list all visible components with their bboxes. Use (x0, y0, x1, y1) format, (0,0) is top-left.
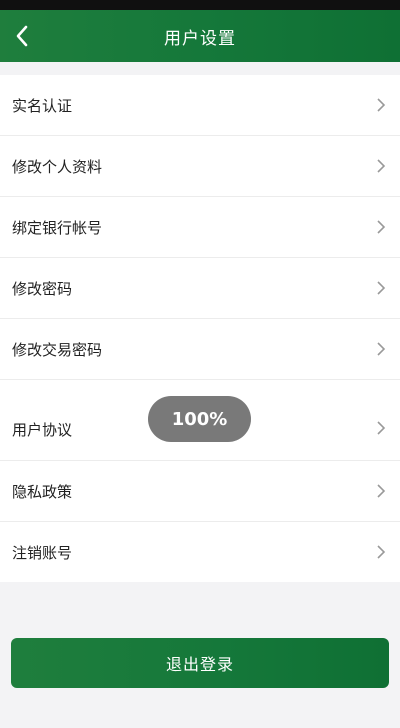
progress-toast: 100% (148, 396, 251, 442)
menu-item-label: 隐私政策 (12, 482, 73, 501)
menu-item-real-name-verification[interactable]: 实名认证 (0, 75, 400, 136)
chevron-right-icon (376, 420, 386, 436)
menu-item-label: 修改个人资料 (12, 157, 103, 176)
page-title: 用户设置 (164, 28, 236, 49)
menu-item-label: 注销账号 (12, 543, 73, 562)
chevron-right-icon (376, 341, 386, 357)
chevron-right-icon (376, 280, 386, 296)
menu-item-delete-account[interactable]: 注销账号 (0, 522, 400, 582)
menu-item-label: 绑定银行帐号 (12, 218, 103, 237)
menu-item-bind-bank-account[interactable]: 绑定银行帐号 (0, 197, 400, 258)
menu-item-label: 实名认证 (12, 96, 73, 115)
chevron-left-icon (16, 25, 28, 47)
chevron-right-icon (376, 483, 386, 499)
header-bar: 用户设置 (0, 10, 400, 62)
menu-item-edit-profile[interactable]: 修改个人资料 (0, 136, 400, 197)
menu-item-privacy-policy[interactable]: 隐私政策 (0, 461, 400, 522)
settings-menu: 实名认证 修改个人资料 绑定银行帐号 修改密码 修改交易密码 用户协议 隐私政策… (0, 75, 400, 582)
menu-item-label: 用户协议 (12, 420, 73, 439)
menu-item-change-trade-password[interactable]: 修改交易密码 (0, 319, 400, 380)
menu-item-label: 修改密码 (12, 279, 73, 298)
chevron-right-icon (376, 97, 386, 113)
menu-item-label: 修改交易密码 (12, 340, 103, 359)
status-bar (0, 0, 400, 10)
logout-button[interactable]: 退出登录 (11, 638, 389, 688)
menu-item-change-password[interactable]: 修改密码 (0, 258, 400, 319)
back-button[interactable] (4, 18, 40, 54)
chevron-right-icon (376, 158, 386, 174)
chevron-right-icon (376, 219, 386, 235)
chevron-right-icon (376, 544, 386, 560)
